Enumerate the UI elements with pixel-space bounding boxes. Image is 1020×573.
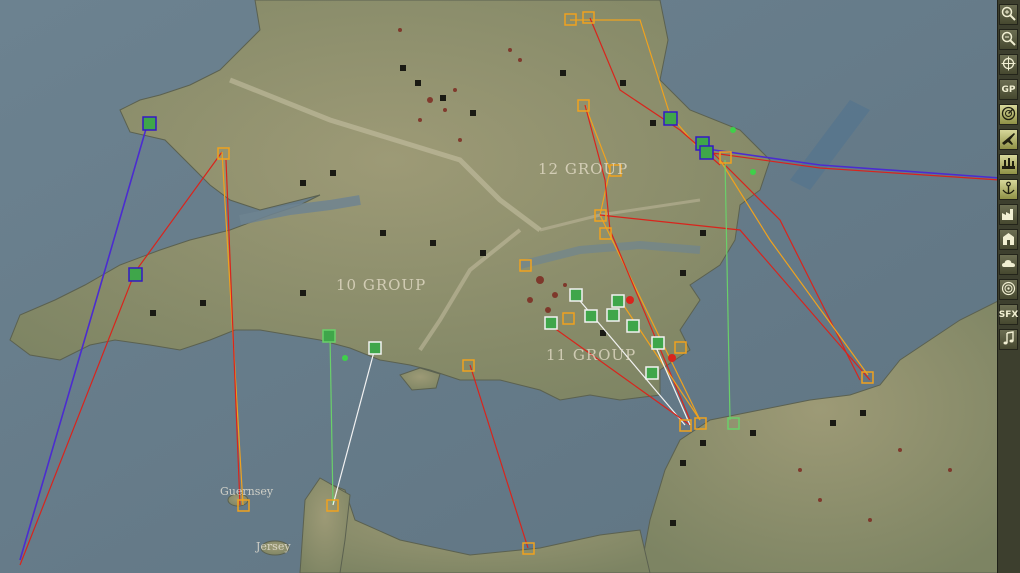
factory-icon: [1001, 206, 1016, 224]
unit-marker-green: [544, 316, 558, 330]
airfield-filter-button[interactable]: [999, 154, 1018, 175]
unit-marker-blue: [663, 111, 678, 126]
center-map-button[interactable]: [999, 54, 1018, 75]
unit-marker-blue: [142, 116, 157, 131]
target-filter-button[interactable]: [999, 279, 1018, 300]
unit-marker-green: [322, 329, 336, 343]
group-label-11: 11 GROUP: [546, 346, 636, 364]
zoom-in-button[interactable]: [999, 4, 1018, 25]
music-note-icon: [1001, 330, 1016, 349]
unit-marker-green: [645, 366, 659, 380]
magnifier-minus-icon: [1001, 31, 1016, 49]
group-label-12: 12 GROUP: [538, 160, 628, 178]
aircraft-icon: [1001, 131, 1016, 149]
map-toolbar: GP SFX: [997, 0, 1020, 573]
city-filter-button[interactable]: [999, 229, 1018, 250]
aircraft-filter-button[interactable]: [999, 129, 1018, 150]
place-label-guernsey: Guernsey: [220, 485, 274, 498]
zoom-out-button[interactable]: [999, 29, 1018, 50]
music-button[interactable]: [999, 329, 1018, 350]
cloud-icon: [1001, 256, 1016, 274]
radar-filter-button[interactable]: [999, 104, 1018, 125]
unit-marker-green-dot: [342, 355, 348, 361]
unit-marker-green-dot: [750, 169, 756, 175]
airfield-icon: [1001, 156, 1016, 174]
anchor-icon: [1001, 181, 1016, 199]
campaign-map[interactable]: 12 GROUP 10 GROUP 11 GROUP Guernsey Jers…: [0, 0, 1020, 573]
target-icon: [1001, 281, 1016, 299]
radar-icon: [1001, 106, 1016, 124]
weather-filter-button[interactable]: [999, 254, 1018, 275]
unit-marker-green: [569, 288, 583, 302]
place-label-jersey: Jersey: [255, 540, 291, 553]
crosshair-icon: [1001, 56, 1016, 74]
building-icon: [1001, 231, 1016, 249]
gp-button[interactable]: GP: [999, 79, 1018, 100]
unit-marker-green: [651, 336, 665, 350]
unit-marker-green: [611, 294, 625, 308]
unit-marker-green: [626, 319, 640, 333]
unit-marker-red: [668, 354, 676, 362]
unit-marker-green: [606, 308, 620, 322]
sfx-label: SFX: [998, 309, 1019, 320]
gp-label: GP: [1001, 84, 1016, 95]
unit-marker-red: [626, 296, 634, 304]
unit-marker-green: [368, 341, 382, 355]
sfx-button[interactable]: SFX: [999, 304, 1018, 325]
unit-marker-blue: [699, 145, 714, 160]
unit-marker-blue: [128, 267, 143, 282]
magnifier-plus-icon: [1001, 6, 1016, 24]
unit-marker-green: [584, 309, 598, 323]
unit-marker-green-dot: [730, 127, 736, 133]
port-filter-button[interactable]: [999, 179, 1018, 200]
industry-filter-button[interactable]: [999, 204, 1018, 225]
group-label-10: 10 GROUP: [336, 276, 426, 294]
